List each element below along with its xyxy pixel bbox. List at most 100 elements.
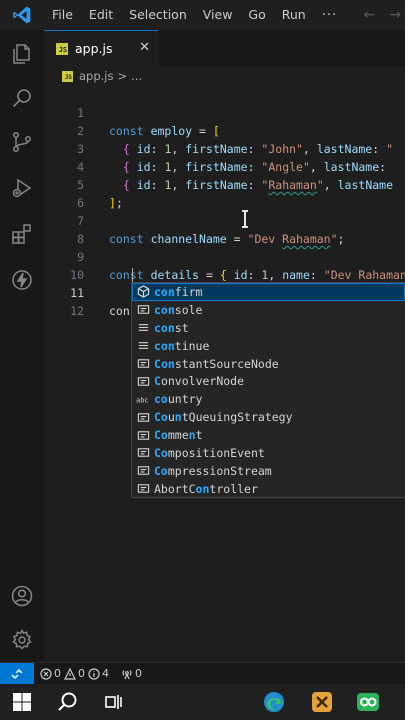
close-tab-icon[interactable]: ✕	[139, 40, 150, 55]
lightning-icon[interactable]	[8, 266, 36, 294]
source-control-icon[interactable]	[8, 128, 36, 156]
suggestion-label: confirm	[154, 284, 203, 299]
suggestion-label: CountQueuingStrategy	[154, 410, 293, 425]
back-arrow-icon[interactable]: ←	[364, 7, 376, 23]
code-line: 9 const details = { id: 1, name: "Dev Ra…	[44, 230, 405, 282]
variable-kind-icon	[136, 357, 150, 371]
menu-view[interactable]: View	[195, 0, 241, 30]
menu-edit[interactable]: Edit	[81, 0, 121, 30]
ports-status[interactable]: 0	[121, 667, 142, 680]
variable-kind-icon	[136, 482, 150, 496]
os-taskbar	[0, 684, 405, 720]
suggestion-item[interactable]: abc country	[132, 390, 405, 408]
suggestion-item[interactable]: const	[132, 319, 405, 337]
run-debug-icon[interactable]	[8, 174, 36, 202]
menu-go[interactable]: Go	[240, 0, 273, 30]
menu-selection[interactable]: Selection	[121, 0, 195, 30]
suggestion-label: const	[154, 320, 189, 335]
status-bar: 0 0 4 0	[0, 662, 405, 685]
suggestion-label: country	[154, 392, 203, 407]
keyword-kind-icon	[136, 321, 150, 335]
suggestion-item[interactable]: continue	[132, 337, 405, 355]
taskbar-search-icon[interactable]	[56, 690, 80, 714]
suggestion-label: continue	[154, 338, 210, 353]
vscode-logo-icon[interactable]	[0, 0, 44, 30]
navigation-arrows: ← →	[364, 0, 405, 30]
code-line: 2 { id: 1, firstName: "John", lastName: …	[44, 104, 405, 156]
error-count: 0	[54, 667, 61, 680]
code-line: 8	[44, 212, 405, 246]
variable-kind-icon	[136, 428, 150, 442]
windows-start-icon[interactable]	[10, 690, 34, 714]
suggestion-item[interactable]: console	[132, 301, 405, 319]
suggestion-item[interactable]: confirm	[132, 283, 405, 301]
info-icon	[88, 667, 100, 680]
suggestion-item[interactable]: AbortController	[132, 480, 405, 498]
menu-run[interactable]: Run	[274, 0, 314, 30]
task-view-icon[interactable]	[102, 690, 126, 714]
menu-bar: File Edit Selection View Go Run ···	[44, 0, 345, 30]
edge-browser-icon[interactable]	[262, 690, 286, 714]
autocomplete-suggestions: confirm console const continue ConstantSourc…	[131, 282, 405, 498]
code-line: 7 const channelName = "Dev Rahaman";	[44, 194, 405, 246]
code-line: 1 const employ = [	[44, 86, 405, 138]
suggestion-item[interactable]: Comment	[132, 426, 405, 444]
keyword-kind-icon	[136, 339, 150, 353]
breadcrumb-trail[interactable]: ...	[131, 69, 142, 83]
extensions-icon[interactable]	[8, 220, 36, 248]
variable-kind-icon	[136, 446, 150, 460]
info-count: 4	[102, 667, 109, 680]
variable-kind-icon	[136, 410, 150, 424]
suggestion-label: Comment	[154, 428, 203, 443]
code-line: 6	[44, 176, 405, 210]
suggestion-label: console	[154, 302, 203, 317]
warning-icon	[64, 667, 76, 680]
js-file-icon: JS	[62, 70, 73, 82]
tab-bar: JS app.js ✕	[44, 30, 405, 66]
suggestion-item[interactable]: CountQueuingStrategy	[132, 408, 405, 426]
breadcrumb-separator: >	[117, 69, 128, 83]
tab-app-js[interactable]: JS app.js ✕	[44, 30, 158, 66]
suggestion-item[interactable]: ConvolverNode	[132, 372, 405, 390]
breadcrumb: JS app.js > ...	[44, 66, 405, 86]
variable-kind-icon	[136, 303, 150, 317]
menu-file[interactable]: File	[44, 0, 81, 30]
tab-label: app.js	[75, 41, 113, 56]
code-line: 10	[44, 248, 405, 282]
suggestion-item[interactable]: ConstantSourceNode	[132, 355, 405, 373]
remote-indicator-icon[interactable]	[0, 662, 34, 685]
text-kind-icon: abc	[136, 392, 150, 406]
text-cursor	[132, 268, 133, 283]
breadcrumb-file[interactable]: app.js	[79, 69, 114, 83]
settings-gear-icon[interactable]	[8, 626, 36, 654]
app-icon-ix[interactable]	[310, 690, 334, 714]
antenna-icon	[122, 669, 132, 679]
line-number: 12	[70, 304, 84, 318]
title-bar: File Edit Selection View Go Run ··· ← →	[0, 0, 405, 30]
menu-more-button[interactable]: ···	[314, 8, 345, 23]
typed-text: con	[109, 304, 130, 318]
problems-status[interactable]: 0 0 4	[40, 667, 109, 680]
method-kind-icon	[136, 285, 150, 299]
variable-kind-icon	[136, 374, 150, 388]
account-icon[interactable]	[8, 582, 36, 610]
activity-bar	[0, 30, 44, 662]
suggestion-item[interactable]: CompositionEvent	[132, 444, 405, 462]
suggestion-label: AbortController	[154, 481, 258, 496]
code-line: 3 { id: 1, firstName: "Angle", lastName:	[44, 122, 405, 174]
forward-arrow-icon[interactable]: →	[389, 7, 401, 23]
error-icon	[40, 667, 52, 680]
variable-kind-icon	[136, 464, 150, 478]
svg-text:abc: abc	[136, 396, 149, 404]
js-file-icon: JS	[56, 42, 68, 55]
suggestion-label: CompressionStream	[154, 463, 272, 478]
code-line: 4 { id: 1, firstName: "Rahaman", lastNam…	[44, 140, 405, 192]
suggestion-label: CompositionEvent	[154, 445, 265, 460]
explorer-icon[interactable]	[8, 40, 36, 68]
ports-count: 0	[135, 667, 142, 680]
app-icon-go[interactable]	[356, 690, 380, 714]
suggestion-label: ConstantSourceNode	[154, 356, 279, 371]
search-icon[interactable]	[8, 84, 36, 112]
suggestion-item[interactable]: CompressionStream	[132, 462, 405, 480]
code-line: 5 ];	[44, 158, 405, 210]
